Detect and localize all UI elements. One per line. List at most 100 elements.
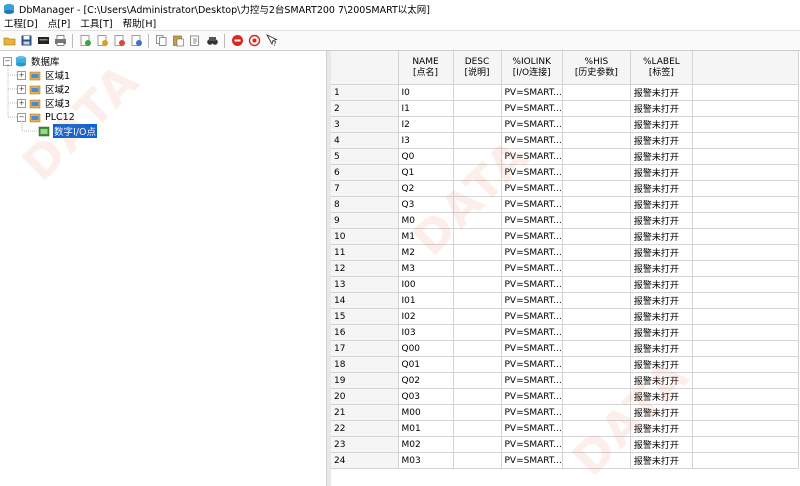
- row-number[interactable]: 1: [331, 84, 399, 101]
- table-row[interactable]: 13 I00 PV=SMART... 报警未打开: [331, 276, 799, 293]
- extra-cell[interactable]: [692, 116, 799, 133]
- iolink-cell[interactable]: PV=SMART...: [501, 308, 563, 325]
- delete-point-icon[interactable]: [129, 33, 144, 48]
- extra-cell[interactable]: [692, 388, 799, 405]
- extra-cell[interactable]: [692, 436, 799, 453]
- table-row[interactable]: 24 M03 PV=SMART... 报警未打开: [331, 452, 799, 469]
- extra-cell[interactable]: [692, 180, 799, 197]
- point-name-cell[interactable]: M2: [398, 244, 454, 261]
- table-row[interactable]: 19 Q02 PV=SMART... 报警未打开: [331, 372, 799, 389]
- his-cell[interactable]: [562, 260, 631, 277]
- row-number[interactable]: 3: [331, 116, 399, 133]
- label-cell[interactable]: 报警未打开: [630, 260, 693, 277]
- point-name-cell[interactable]: M00: [398, 404, 454, 421]
- table-row[interactable]: 8 Q3 PV=SMART... 报警未打开: [331, 196, 799, 213]
- extra-cell[interactable]: [692, 100, 799, 117]
- row-number[interactable]: 19: [331, 372, 399, 389]
- menu-point[interactable]: 点[P]: [44, 16, 77, 30]
- desc-cell[interactable]: [453, 84, 502, 101]
- desc-cell[interactable]: [453, 180, 502, 197]
- extra-cell[interactable]: [692, 372, 799, 389]
- row-number[interactable]: 5: [331, 148, 399, 165]
- label-cell[interactable]: 报警未打开: [630, 84, 693, 101]
- iolink-cell[interactable]: PV=SMART...: [501, 84, 563, 101]
- label-cell[interactable]: 报警未打开: [630, 388, 693, 405]
- table-row[interactable]: 21 M00 PV=SMART... 报警未打开: [331, 404, 799, 421]
- open-folder-icon[interactable]: [2, 33, 17, 48]
- header-iolink[interactable]: %IOLINK [I/O连接]: [501, 51, 563, 85]
- point-name-cell[interactable]: I0: [398, 84, 454, 101]
- point-name-cell[interactable]: M02: [398, 436, 454, 453]
- import-icon[interactable]: [78, 33, 93, 48]
- label-cell[interactable]: 报警未打开: [630, 452, 693, 469]
- desc-cell[interactable]: [453, 388, 502, 405]
- point-name-cell[interactable]: Q3: [398, 196, 454, 213]
- point-name-cell[interactable]: Q02: [398, 372, 454, 389]
- table-row[interactable]: 5 Q0 PV=SMART... 报警未打开: [331, 148, 799, 165]
- iolink-cell[interactable]: PV=SMART...: [501, 388, 563, 405]
- add-point-icon[interactable]: [112, 33, 127, 48]
- extra-cell[interactable]: [692, 164, 799, 181]
- point-name-cell[interactable]: Q01: [398, 356, 454, 373]
- row-number[interactable]: 7: [331, 180, 399, 197]
- iolink-cell[interactable]: PV=SMART...: [501, 228, 563, 245]
- iolink-cell[interactable]: PV=SMART...: [501, 404, 563, 421]
- paste-special-icon[interactable]: [188, 33, 203, 48]
- table-row[interactable]: 22 M01 PV=SMART... 报警未打开: [331, 420, 799, 437]
- extra-cell[interactable]: [692, 276, 799, 293]
- row-number[interactable]: 13: [331, 276, 399, 293]
- label-cell[interactable]: 报警未打开: [630, 164, 693, 181]
- his-cell[interactable]: [562, 404, 631, 421]
- iolink-cell[interactable]: PV=SMART...: [501, 244, 563, 261]
- table-row[interactable]: 7 Q2 PV=SMART... 报警未打开: [331, 180, 799, 197]
- point-name-cell[interactable]: Q03: [398, 388, 454, 405]
- row-number[interactable]: 15: [331, 308, 399, 325]
- table-row[interactable]: 6 Q1 PV=SMART... 报警未打开: [331, 164, 799, 181]
- row-number[interactable]: 17: [331, 340, 399, 357]
- row-number[interactable]: 12: [331, 260, 399, 277]
- his-cell[interactable]: [562, 292, 631, 309]
- table-row[interactable]: 15 I02 PV=SMART... 报警未打开: [331, 308, 799, 325]
- row-number[interactable]: 18: [331, 356, 399, 373]
- point-name-cell[interactable]: I2: [398, 116, 454, 133]
- desc-cell[interactable]: [453, 324, 502, 341]
- header-desc[interactable]: DESC [说明]: [453, 51, 502, 85]
- save-icon[interactable]: [19, 33, 34, 48]
- point-name-cell[interactable]: I02: [398, 308, 454, 325]
- his-cell[interactable]: [562, 132, 631, 149]
- label-cell[interactable]: 报警未打开: [630, 212, 693, 229]
- table-row[interactable]: 11 M2 PV=SMART... 报警未打开: [331, 244, 799, 261]
- point-name-cell[interactable]: M1: [398, 228, 454, 245]
- desc-cell[interactable]: [453, 276, 502, 293]
- desc-cell[interactable]: [453, 100, 502, 117]
- iolink-cell[interactable]: PV=SMART...: [501, 276, 563, 293]
- desc-cell[interactable]: [453, 164, 502, 181]
- extra-cell[interactable]: [692, 404, 799, 421]
- point-name-cell[interactable]: M3: [398, 260, 454, 277]
- label-cell[interactable]: 报警未打开: [630, 404, 693, 421]
- desc-cell[interactable]: [453, 340, 502, 357]
- iolink-cell[interactable]: PV=SMART...: [501, 372, 563, 389]
- desc-cell[interactable]: [453, 292, 502, 309]
- label-cell[interactable]: 报警未打开: [630, 420, 693, 437]
- header-label[interactable]: %LABEL [标签]: [630, 51, 693, 85]
- table-row[interactable]: 9 M0 PV=SMART... 报警未打开: [331, 212, 799, 229]
- his-cell[interactable]: [562, 228, 631, 245]
- point-name-cell[interactable]: Q2: [398, 180, 454, 197]
- stop-icon[interactable]: [230, 33, 245, 48]
- help-pointer-icon[interactable]: ?: [264, 33, 279, 48]
- desc-cell[interactable]: [453, 420, 502, 437]
- table-row[interactable]: 14 I01 PV=SMART... 报警未打开: [331, 292, 799, 309]
- iolink-cell[interactable]: PV=SMART...: [501, 324, 563, 341]
- print-icon[interactable]: [53, 33, 68, 48]
- extra-cell[interactable]: [692, 196, 799, 213]
- iolink-cell[interactable]: PV=SMART...: [501, 292, 563, 309]
- iolink-cell[interactable]: PV=SMART...: [501, 196, 563, 213]
- iolink-cell[interactable]: PV=SMART...: [501, 340, 563, 357]
- table-row[interactable]: 23 M02 PV=SMART... 报警未打开: [331, 436, 799, 453]
- iolink-cell[interactable]: PV=SMART...: [501, 100, 563, 117]
- table-row[interactable]: 17 Q00 PV=SMART... 报警未打开: [331, 340, 799, 357]
- label-cell[interactable]: 报警未打开: [630, 436, 693, 453]
- his-cell[interactable]: [562, 356, 631, 373]
- extra-cell[interactable]: [692, 324, 799, 341]
